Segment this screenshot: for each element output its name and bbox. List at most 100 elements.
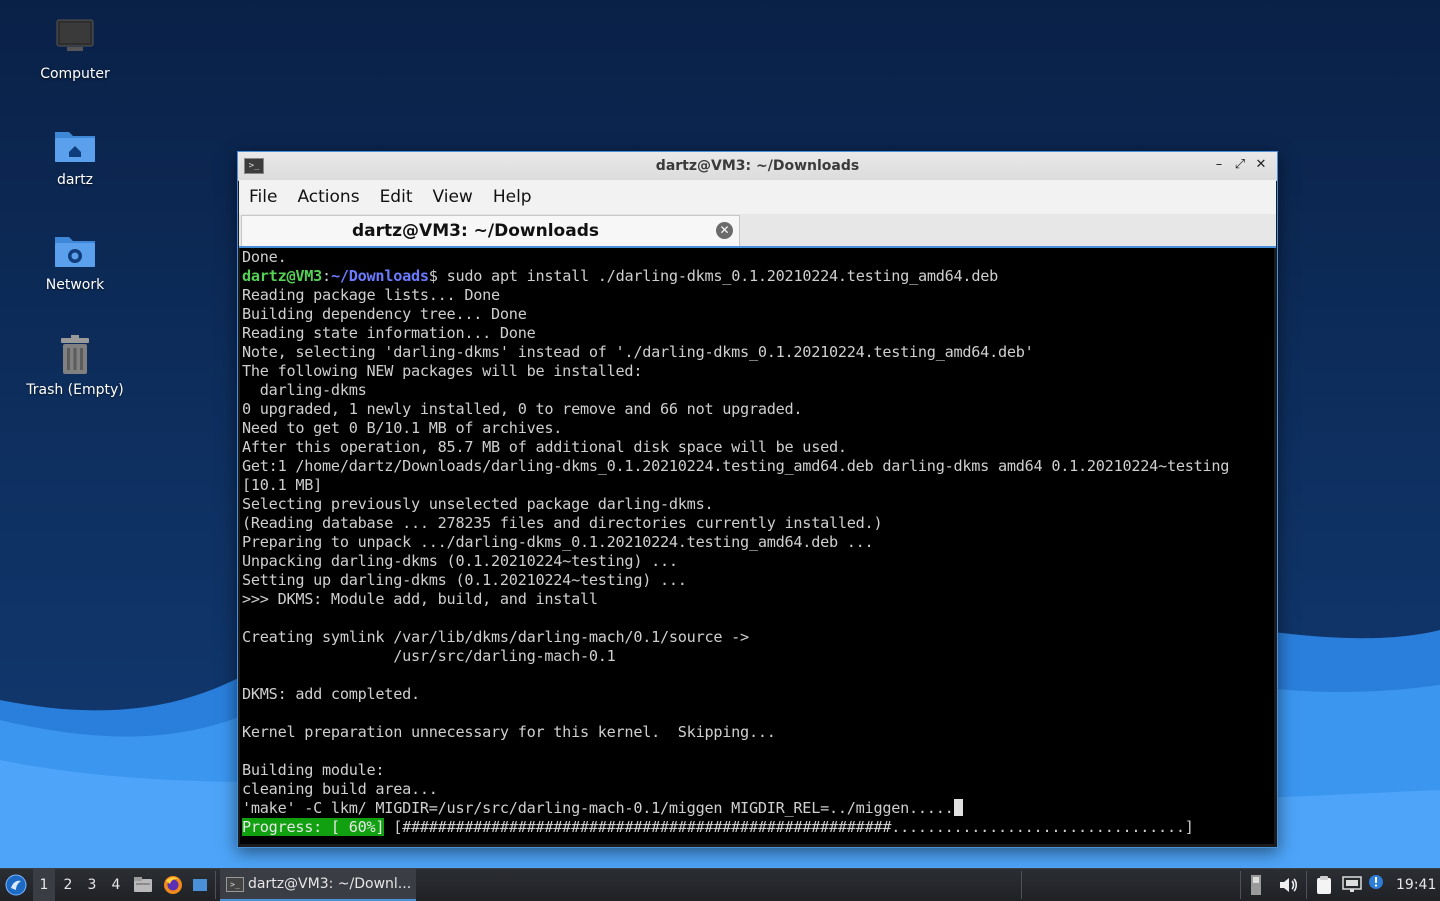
menu-view[interactable]: View — [422, 180, 482, 214]
terminal-text: Done. dartz@VM3:~/Downloads$ sudo apt ins… — [242, 248, 1229, 837]
terminal-line: DKMS: add completed. — [242, 685, 420, 703]
minimize-icon: – — [1215, 157, 1223, 172]
terminal-line: 0 upgraded, 1 newly installed, 0 to remo… — [242, 400, 803, 418]
terminal-line: Reading package lists... Done — [242, 286, 500, 304]
file-manager-icon — [134, 877, 152, 892]
progress-label: Progress: [ 60%] — [242, 818, 385, 836]
terminal-line: After this operation, 85.7 MB of additio… — [242, 438, 847, 456]
prompt-user: dartz@VM3 — [242, 267, 323, 285]
terminal-line: Selecting previously unselected package … — [242, 495, 714, 513]
terminal-line: Setting up darling-dkms (0.1.20210224~te… — [242, 571, 687, 589]
terminal-progress-line: Progress: [ 60%] [######################… — [242, 818, 1229, 837]
prompt-path: ~/Downloads — [330, 267, 429, 285]
clipboard-icon — [1317, 876, 1331, 894]
tab-terminal[interactable]: dartz@VM3: ~/Downloads ✕ — [241, 215, 740, 246]
terminal-line: Unpacking darling-dkms (0.1.20210224~tes… — [242, 552, 678, 570]
workspace-2-button[interactable]: 2 — [57, 869, 79, 901]
terminal-line: darling-dkms — [242, 381, 367, 399]
terminal-line: cleaning build area... — [242, 780, 438, 798]
prompt-suffix: $ — [428, 267, 447, 285]
firefox-icon — [164, 876, 182, 894]
desktop-icon-home-folder[interactable]: dartz — [15, 120, 135, 188]
desktop-icon-label: Trash (Empty) — [26, 382, 124, 398]
menu-actions[interactable]: Actions — [287, 180, 369, 214]
menu-file[interactable]: File — [239, 180, 287, 214]
terminal-line: [10.1 MB] — [242, 476, 323, 494]
terminal-line: Kernel preparation unnecessary for this … — [242, 723, 776, 741]
terminal-window: >_ dartz@VM3: ~/Downloads – ⤢ ✕ File Acti… — [237, 151, 1278, 848]
workspace-1-button[interactable]: 1 — [33, 869, 55, 901]
terminal-task-icon: >_ — [226, 877, 244, 892]
taskbar-window-button[interactable]: >_ dartz@VM3: ~/Downl... — [220, 869, 416, 901]
desktop-icon-label: Computer — [40, 66, 110, 82]
clipboard-button[interactable] — [1314, 869, 1336, 901]
terminal-line: Get:1 /home/dartz/Downloads/darling-dkms… — [242, 457, 1230, 475]
desktop-icon-computer[interactable]: Computer — [15, 14, 135, 82]
taskbar-separator — [1021, 871, 1022, 899]
tab-bar: dartz@VM3: ~/Downloads ✕ — [239, 214, 1276, 248]
terminal-line: 'make' -C lkm/ MIGDIR=/usr/src/darling-m… — [242, 799, 1229, 818]
terminal-lines: Reading package lists... Done Building de… — [242, 286, 1229, 818]
window-titlebar[interactable]: >_ dartz@VM3: ~/Downloads – ⤢ ✕ — [238, 152, 1277, 181]
terminal-line: >>> DKMS: Module add, build, and install — [242, 590, 598, 608]
taskbar-separator — [1306, 871, 1307, 899]
network-folder-icon — [51, 225, 99, 273]
maximize-icon: ⤢ — [1234, 157, 1246, 172]
network-icon — [1342, 876, 1362, 892]
volume-button[interactable] — [1278, 869, 1300, 901]
progress-bar: [#######################################… — [384, 818, 1194, 836]
taskbar: 1 2 3 4 >_ dartz@VM3: ~/Downl... 19:41 — [0, 868, 1440, 901]
desktop-icon-trash[interactable]: Trash (Empty) — [15, 330, 135, 398]
terminal-line: Need to get 0 B/10.1 MB of archives. — [242, 419, 563, 437]
desktop-icon — [193, 879, 207, 891]
terminal-line: (Reading database ... 278235 files and d… — [242, 514, 883, 532]
keyboard-layout-button[interactable] — [1250, 869, 1266, 901]
tab-label: dartz@VM3: ~/Downloads — [352, 221, 599, 241]
tab-close-icon[interactable]: ✕ — [716, 222, 733, 239]
desktop-icon-label: Network — [45, 277, 105, 293]
terminal-line: Building module: — [242, 761, 385, 779]
firefox-launcher[interactable] — [163, 869, 185, 901]
terminal-line: Reading state information... Done — [242, 324, 536, 342]
clock[interactable]: 19:41 — [1396, 869, 1438, 901]
terminal-line: Preparing to unpack .../darling-dkms_0.1… — [242, 533, 874, 551]
desktop-icon-label: dartz — [56, 172, 94, 188]
terminal-line: /usr/src/darling-mach-0.1 — [242, 647, 616, 665]
start-menu-button[interactable] — [4, 869, 28, 901]
prompt-command: sudo apt install ./darling-dkms_0.1.2021… — [446, 267, 999, 285]
keyboard-layout-icon — [1251, 875, 1261, 895]
maximize-button[interactable]: ⤢ — [1231, 156, 1249, 174]
menu-help[interactable]: Help — [483, 180, 542, 214]
file-manager-launcher[interactable] — [133, 869, 155, 901]
show-desktop-button[interactable] — [192, 869, 210, 901]
terminal-line: The following NEW packages will be insta… — [242, 362, 643, 380]
terminal-line: Building dependency tree... Done — [242, 305, 527, 323]
window-title: dartz@VM3: ~/Downloads — [655, 158, 860, 174]
taskbar-separator — [215, 871, 216, 899]
lubuntu-logo-icon — [5, 874, 27, 896]
close-icon: ✕ — [1255, 157, 1267, 172]
volume-icon — [1280, 878, 1298, 892]
desktop-icon-network[interactable]: Network — [15, 225, 135, 293]
trash-icon — [51, 330, 99, 378]
taskbar-separator — [1240, 871, 1241, 899]
terminal-cursor — [953, 799, 963, 816]
minimize-button[interactable]: – — [1210, 156, 1228, 174]
terminal-prompt-line: dartz@VM3:~/Downloads$ sudo apt install … — [242, 267, 999, 285]
workspace-3-button[interactable]: 3 — [81, 869, 103, 901]
terminal-output[interactable]: Done. dartz@VM3:~/Downloads$ sudo apt ins… — [240, 248, 1274, 844]
menubar: File Actions Edit View Help — [239, 180, 1276, 214]
update-notifier-button[interactable] — [1368, 869, 1386, 901]
workspace-4-button[interactable]: 4 — [105, 869, 127, 901]
terminal-line: Creating symlink /var/lib/dkms/darling-m… — [242, 628, 749, 646]
terminal-line: Note, selecting 'darling-dkms' instead o… — [242, 343, 1034, 361]
update-notifier-icon — [1369, 875, 1383, 889]
close-button[interactable]: ✕ — [1252, 156, 1270, 174]
task-label: dartz@VM3: ~/Downl... — [248, 876, 412, 892]
network-button[interactable] — [1342, 869, 1364, 901]
menu-edit[interactable]: Edit — [370, 180, 423, 214]
